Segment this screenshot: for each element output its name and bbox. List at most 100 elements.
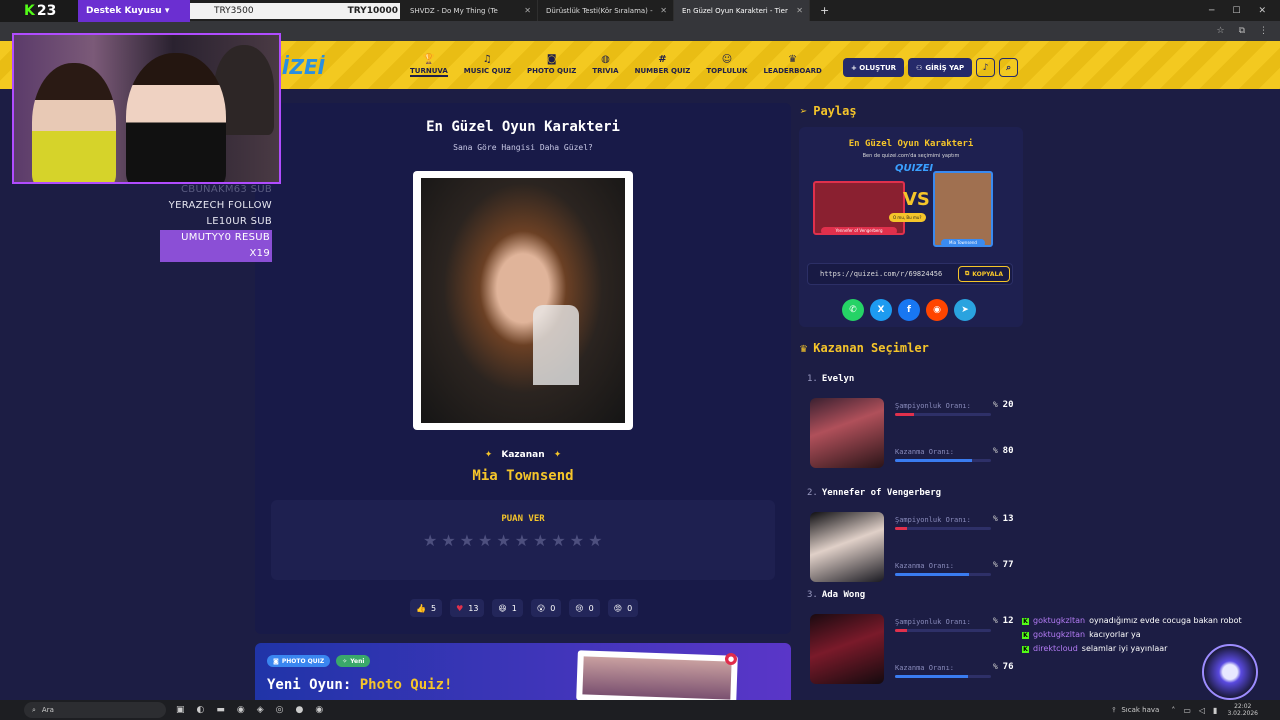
reaction-count: 0 <box>550 603 556 613</box>
reaction-button[interactable]: 😆 1 <box>492 599 523 617</box>
site-logo[interactable]: İZEİ <box>282 55 325 79</box>
share-card-logo: QUIZEI <box>895 163 934 174</box>
reaction-button[interactable]: ♥ 13 <box>450 599 485 617</box>
thermometer-icon: ⫯ <box>1112 705 1116 714</box>
maximize-icon[interactable]: ☐ <box>1232 6 1240 16</box>
chrome-icon[interactable]: ◉ <box>237 705 245 715</box>
volume-icon[interactable]: ◁ <box>1199 706 1205 715</box>
steam-icon[interactable]: ◎ <box>276 705 284 715</box>
win-bar <box>895 459 991 462</box>
taskbar-search[interactable]: ⌕ Ara <box>24 702 166 718</box>
reaction-button[interactable]: 👍 5 <box>410 599 443 617</box>
nav-label: MUSIC QUIZ <box>463 67 511 75</box>
nav-label: TRIVIA <box>592 67 619 75</box>
percent-sign: % <box>993 400 998 409</box>
star-icon[interactable]: ★ <box>441 531 455 550</box>
rank-name: Yennefer of Vengerberg <box>821 488 942 498</box>
alert-line: CBUNAKM63 SUB <box>181 184 272 195</box>
new-tab-button[interactable]: + <box>810 4 829 17</box>
kick-count: 23 <box>36 3 57 19</box>
nav-item-music-quiz[interactable]: ♫ MUSIC QUIZ <box>458 53 517 77</box>
reaction-count: 13 <box>468 603 479 613</box>
minimize-icon[interactable]: ─ <box>1209 6 1214 16</box>
champ-value: % 12 <box>993 616 1014 626</box>
camera-icon: ◙ <box>546 54 557 65</box>
kick-logo: K 23 <box>0 0 78 22</box>
social-share-buttons: ✆ Xf ◉ ➤ <box>842 299 976 321</box>
extensions-icon[interactable]: ⧉ <box>1239 26 1245 36</box>
nav-item-trivia[interactable]: ◍ TRIVIA <box>586 53 624 77</box>
reaction-button[interactable]: 😮 0 <box>530 599 562 617</box>
login-button[interactable]: ⚇ GİRİŞ YAP <box>908 58 973 77</box>
sparkle-icon: ✧ <box>342 657 348 665</box>
winner-thumbnail <box>810 512 884 582</box>
battery-icon[interactable]: ▮ <box>1213 706 1217 715</box>
star-icon[interactable]: ★ <box>515 531 529 550</box>
win-value: % 76 <box>993 662 1014 672</box>
photo-quiz-promo[interactable]: ◙ PHOTO QUIZ ✧ Yeni Yeni Oyun: Photo Quiz!… <box>255 643 791 706</box>
star-icon[interactable]: ★ <box>496 531 510 550</box>
bookmark-star-icon[interactable]: ☆ <box>1216 26 1224 36</box>
copy-button[interactable]: ⧉ KOPYALA <box>957 266 1010 282</box>
photo-quiz-badge: ◙ PHOTO QUIZ <box>267 655 331 667</box>
streamer-logo <box>1202 644 1258 700</box>
nav-label: TURNUVA <box>410 67 448 77</box>
menu-icon[interactable]: ⋮ <box>1259 26 1268 36</box>
star-icon[interactable]: ★ <box>533 531 547 550</box>
star-icon[interactable]: ★ <box>478 531 492 550</box>
share-left-label: Yennefer of Vengerberg <box>821 227 897 235</box>
webcam-person <box>32 63 116 182</box>
nav-item-number-quiz[interactable]: # NUMBER QUIZ <box>629 53 697 77</box>
clock[interactable]: 22:02 3.02.2026 <box>1227 703 1258 717</box>
folder-icon[interactable]: ▬ <box>216 705 225 715</box>
share-link-field[interactable]: https://quizei.com/r/69824456 ⧉ KOPYALA <box>807 263 1013 285</box>
chrome-icon[interactable]: ◉ <box>315 705 323 715</box>
chevron-up-icon[interactable]: ˄ <box>1171 706 1175 715</box>
create-button[interactable]: + OLUŞTUR <box>843 58 905 77</box>
browser-tab-active[interactable]: En Güzel Oyun Karakteri - Tier ✕ <box>674 0 810 21</box>
reaction-button[interactable]: 😢 0 <box>569 599 600 617</box>
stream-alerts: CBUNAKM63 SUB YERAZECH FOLLOW LE10UR SUB… <box>160 182 272 262</box>
stat-number: 20 <box>1002 400 1014 410</box>
app-icon[interactable]: ◈ <box>257 705 264 715</box>
clock-date: 3.02.2026 <box>1227 710 1258 717</box>
star-icon[interactable]: ★ <box>460 531 474 550</box>
facebook-icon[interactable]: f <box>898 299 920 321</box>
star-icon[interactable]: ★ <box>423 531 437 550</box>
reaction-count: 0 <box>588 603 594 613</box>
close-window-icon[interactable]: ✕ <box>1258 6 1266 16</box>
reaction-button[interactable]: 😡 0 <box>607 599 639 617</box>
telegram-icon[interactable]: ➤ <box>954 299 976 321</box>
star-icon[interactable]: ★ <box>588 531 602 550</box>
nav-item-turnuva[interactable]: 🏆 TURNUVA <box>404 53 454 77</box>
nav-label: TOPLULUK <box>706 67 748 75</box>
x-icon[interactable]: X <box>870 299 892 321</box>
users-icon: ☺ <box>721 54 733 65</box>
vs-bubble: O mu, Bu mu? <box>889 213 926 222</box>
nav-label: LEADERBOARD <box>763 67 822 75</box>
search-icon[interactable]: ⌕ <box>999 58 1019 77</box>
obs-icon[interactable]: ● <box>296 705 304 715</box>
close-icon[interactable]: ✕ <box>660 6 667 15</box>
browser-tab[interactable]: SHVDZ - Do My Thing (Te ✕ <box>402 0 538 21</box>
reddit-icon[interactable]: ◉ <box>926 299 948 321</box>
close-icon[interactable]: ✕ <box>524 6 531 15</box>
edge-icon[interactable]: ◐ <box>197 705 205 715</box>
star-icon[interactable]: ★ <box>551 531 565 550</box>
quiz-title: En Güzel Oyun Karakteri <box>426 119 620 135</box>
chat-text: oynadığımız evde cocuga bakan robot <box>1089 616 1242 625</box>
goal-badge: Destek Kuyusu ▾ <box>78 0 190 22</box>
rank-number: 2. <box>807 488 818 498</box>
nav-item-photo-quiz[interactable]: ◙ PHOTO QUIZ <box>521 53 582 77</box>
browser-tab[interactable]: Dürüstlük Testi(Kör Sıralama) - ✕ <box>538 0 674 21</box>
close-icon[interactable]: ✕ <box>796 6 803 15</box>
network-icon[interactable]: ▭ <box>1183 706 1191 715</box>
whatsapp-icon[interactable]: ✆ <box>842 299 864 321</box>
nav-item-topluluk[interactable]: ☺ TOPLULUK <box>700 53 753 77</box>
task-view-icon[interactable]: ▣ <box>176 705 185 715</box>
share-right-label: Mia Townsend <box>941 239 985 247</box>
weather-widget[interactable]: ⫯ Sıcak hava <box>1112 706 1159 715</box>
star-icon[interactable]: ★ <box>570 531 584 550</box>
notification-bell-icon[interactable]: ♪ <box>976 58 996 77</box>
nav-item-leaderboard[interactable]: ♛ LEADERBOARD <box>757 53 827 77</box>
